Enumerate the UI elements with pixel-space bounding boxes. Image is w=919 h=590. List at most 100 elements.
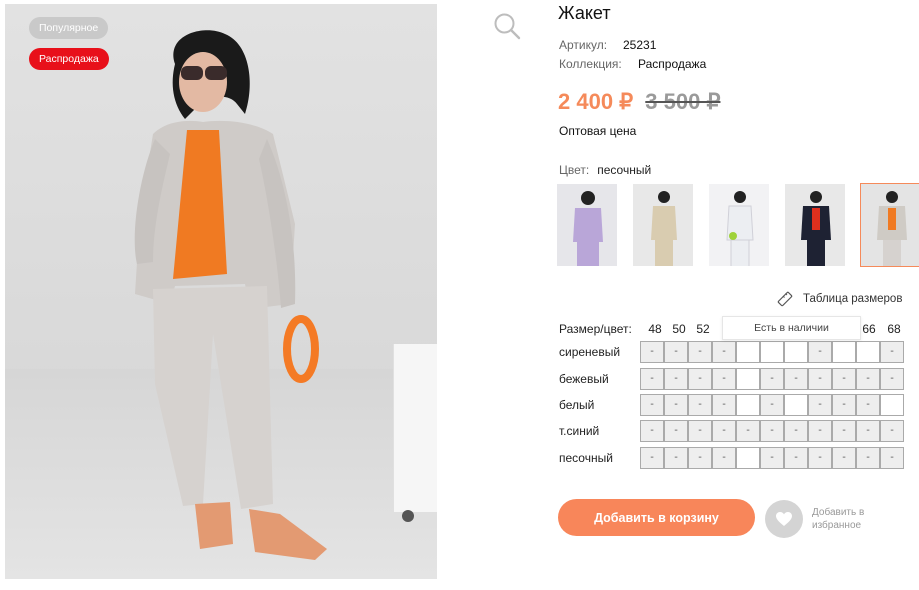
product-main-photo[interactable]: Популярное Распродажа — [5, 4, 437, 579]
add-to-cart-button[interactable]: Добавить в корзину — [558, 499, 755, 536]
collection-label: Коллекция: — [559, 57, 622, 71]
size-cell-unavailable: - — [880, 420, 904, 442]
size-cell-available[interactable] — [736, 368, 760, 390]
size-cell-unavailable: - — [760, 394, 784, 416]
size-cell-available[interactable] — [856, 341, 880, 363]
size-cell-unavailable: - — [688, 420, 712, 442]
size-cell-unavailable: - — [784, 447, 808, 469]
size-grid-row: песочный - - - - - - - - - - — [559, 447, 919, 469]
sale-badge: Распродажа — [29, 48, 109, 70]
size-cell-available[interactable] — [784, 341, 808, 363]
size-grid-row: сиреневый - - - - - - — [559, 341, 919, 363]
size-cell-unavailable: - — [784, 368, 808, 390]
size-cell-available[interactable] — [784, 394, 808, 416]
size-cell-unavailable: - — [760, 447, 784, 469]
color-label: Цвет: — [559, 163, 590, 177]
size-grid-row: белый - - - - - - - - — [559, 394, 919, 416]
size-cell-available[interactable] — [736, 394, 760, 416]
size-cell-unavailable: - — [856, 447, 880, 469]
size-grid-row-color: сиреневый — [559, 345, 621, 359]
size-cell-unavailable: - — [640, 394, 664, 416]
size-cell-unavailable: - — [664, 394, 688, 416]
swatch-lilac[interactable] — [556, 183, 618, 267]
size-grid-label: Размер/цвет: — [559, 322, 632, 336]
size-grid-row: бежевый - - - - - - - - - - — [559, 368, 919, 390]
size-table-link[interactable]: Таблица размеров — [777, 291, 902, 307]
size-cell-unavailable: - — [640, 341, 664, 363]
size-cell-unavailable: - — [688, 447, 712, 469]
size-cell-unavailable: - — [712, 341, 736, 363]
article-value: 25231 — [623, 38, 657, 52]
favorite-label[interactable]: Добавить в избранное — [812, 506, 892, 532]
size-cell-unavailable: - — [760, 420, 784, 442]
size-grid-row-color: песочный — [559, 451, 613, 465]
size-cell-unavailable: - — [712, 420, 736, 442]
size-cell-available[interactable] — [880, 394, 904, 416]
swatch-white[interactable] — [708, 183, 770, 267]
color-value: песочный — [597, 163, 652, 177]
color-swatches — [556, 183, 919, 267]
color-line: Цвет: песочный — [559, 163, 651, 177]
size-cell-unavailable: - — [808, 394, 832, 416]
size-cell-available[interactable] — [832, 341, 856, 363]
size-cell-unavailable: - — [856, 368, 880, 390]
size-cell-unavailable: - — [808, 420, 832, 442]
swatch-sand[interactable] — [860, 183, 919, 267]
size-cell-unavailable: - — [880, 341, 904, 363]
size-cell-unavailable: - — [760, 368, 784, 390]
size-cell-unavailable: - — [832, 394, 856, 416]
size-cell-unavailable: - — [808, 368, 832, 390]
size-cell-available[interactable] — [736, 447, 760, 469]
favorite-button[interactable] — [765, 500, 803, 538]
size-cell-unavailable: - — [784, 420, 808, 442]
search-icon[interactable] — [492, 11, 522, 41]
size-cell-unavailable: - — [736, 420, 760, 442]
size-cell-unavailable: - — [808, 341, 832, 363]
favorite-label-line2: избранное — [812, 520, 862, 531]
size-52: 52 — [696, 322, 710, 336]
size-cell-unavailable: - — [808, 447, 832, 469]
size-cell-available[interactable] — [760, 341, 784, 363]
size-grid-row-color: белый — [559, 398, 595, 412]
article-line: Артикул: 25231 — [559, 38, 656, 52]
size-cell-available[interactable] — [736, 341, 760, 363]
size-cell-unavailable: - — [856, 394, 880, 416]
collection-value: Распродажа — [638, 57, 707, 71]
model-figure — [134, 30, 327, 560]
size-cell-unavailable: - — [664, 420, 688, 442]
size-cell-unavailable: - — [664, 341, 688, 363]
size-grid-row-color: бежевый — [559, 372, 609, 386]
size-cell-unavailable: - — [712, 368, 736, 390]
swatch-beige[interactable] — [632, 183, 694, 267]
size-cell-unavailable: - — [832, 420, 856, 442]
size-cell-unavailable: - — [880, 368, 904, 390]
size-cell-unavailable: - — [640, 368, 664, 390]
size-cell-unavailable: - — [688, 368, 712, 390]
swatch-navy[interactable] — [784, 183, 846, 267]
size-cell-unavailable: - — [712, 447, 736, 469]
size-cell-unavailable: - — [832, 368, 856, 390]
price-current: 2 400 ₽ — [558, 89, 634, 114]
size-grid-row: т.синий - - - - - - - - - - - — [559, 420, 919, 442]
price-block: 2 400 ₽ 3 500 ₽ — [558, 89, 720, 115]
size-48: 48 — [648, 322, 662, 336]
article-label: Артикул: — [559, 38, 608, 52]
ruler-icon — [777, 291, 793, 307]
product-title: Жакет — [558, 3, 611, 23]
collection-line: Коллекция: Распродажа — [559, 57, 706, 71]
stock-tooltip: Есть в наличии — [722, 316, 861, 340]
size-68: 68 — [887, 322, 901, 336]
size-cell-unavailable: - — [640, 420, 664, 442]
size-table-label: Таблица размеров — [803, 293, 903, 305]
price-old: 3 500 ₽ — [645, 89, 721, 114]
size-cell-unavailable: - — [640, 447, 664, 469]
heart-icon — [776, 512, 792, 526]
size-cell-unavailable: - — [832, 447, 856, 469]
size-cell-unavailable: - — [856, 420, 880, 442]
size-grid-row-color: т.синий — [559, 424, 600, 438]
popular-badge: Популярное — [29, 17, 109, 39]
price-note: Оптовая цена — [559, 124, 637, 138]
size-cell-unavailable: - — [880, 447, 904, 469]
size-cell-unavailable: - — [712, 394, 736, 416]
favorite-label-line1: Добавить в — [812, 507, 865, 518]
